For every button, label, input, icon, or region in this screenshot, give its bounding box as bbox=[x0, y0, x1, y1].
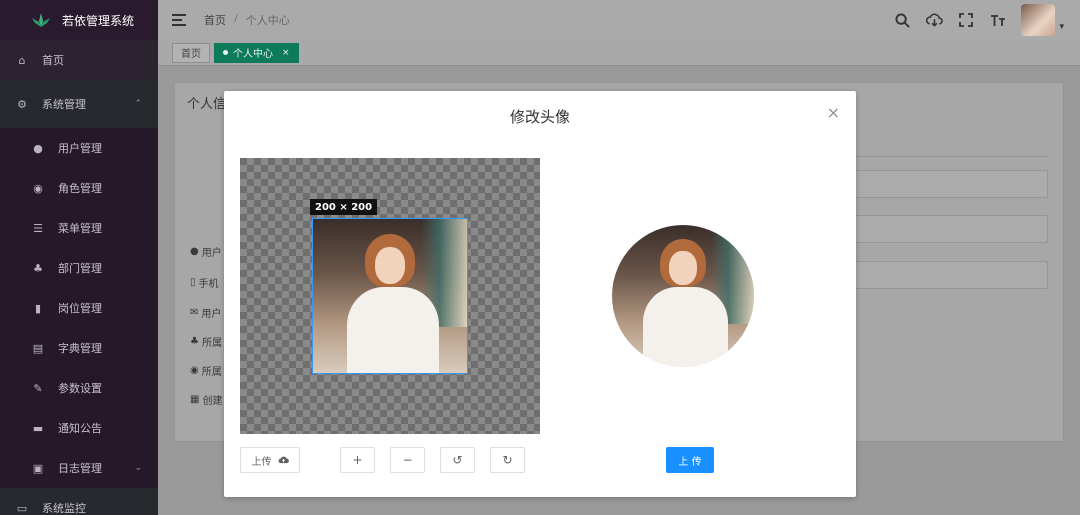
rotate-right-icon: ↻ bbox=[502, 453, 513, 467]
zoom-out-button[interactable]: − bbox=[390, 447, 425, 473]
sidebar-item-label: 字典管理 bbox=[58, 342, 102, 355]
home-icon: ⌂ bbox=[18, 53, 26, 67]
sidebar-item-dictionary[interactable]: ▤ 字典管理 bbox=[0, 328, 158, 368]
sidebar-item-departments[interactable]: ♣ 部门管理 bbox=[0, 248, 158, 288]
search-icon[interactable] bbox=[893, 11, 911, 29]
tag-label: 个人中心 bbox=[233, 49, 273, 60]
app-root: 若依管理系统 ⌂ 首页 ⚙ 系统管理 ⌃ ● 用户管理 ◉ 角色管理 ☰ 菜单管… bbox=[0, 0, 1080, 515]
active-dot-icon bbox=[223, 50, 228, 55]
breadcrumb: 首页 / 个人中心 bbox=[204, 12, 290, 28]
tag-profile[interactable]: 个人中心 × bbox=[214, 42, 299, 63]
sidebar: 若依管理系统 ⌂ 首页 ⚙ 系统管理 ⌃ ● 用户管理 ◉ 角色管理 ☰ 菜单管… bbox=[0, 0, 158, 515]
calendar-icon: ▦ bbox=[190, 394, 200, 405]
avatar-dialog: 修改头像 × 200 × 200 上传 + − ↺ ↻ 上 传 bbox=[224, 91, 856, 497]
app-title: 若依管理系统 bbox=[62, 13, 135, 28]
info-label: ● 用户 bbox=[190, 246, 222, 259]
email-icon: ✉ bbox=[190, 307, 199, 318]
crop-size-label: 200 × 200 bbox=[310, 199, 378, 215]
sidebar-item-label: 用户管理 bbox=[58, 142, 102, 155]
user-icon: ● bbox=[33, 141, 43, 155]
card-title: 个人信 bbox=[187, 97, 227, 112]
phone-icon: ▯ bbox=[190, 277, 196, 288]
submit-upload-button[interactable]: 上 传 bbox=[666, 447, 714, 473]
logo-bar[interactable]: 若依管理系统 bbox=[0, 0, 158, 40]
rotate-left-icon: ↺ bbox=[452, 453, 463, 467]
fullscreen-icon[interactable] bbox=[957, 11, 975, 29]
role-icon: ◉ bbox=[33, 181, 43, 195]
sidebar-item-posts[interactable]: ▮ 岗位管理 bbox=[0, 288, 158, 328]
sidebar-item-config[interactable]: ✎ 参数设置 bbox=[0, 368, 158, 408]
avatar[interactable] bbox=[1021, 4, 1056, 36]
sidebar-item-label: 菜单管理 bbox=[58, 222, 102, 235]
crop-box[interactable] bbox=[312, 218, 468, 374]
chevron-down-icon: ⌄ bbox=[134, 463, 142, 473]
avatar-image bbox=[313, 219, 467, 373]
tag-home[interactable]: 首页 bbox=[172, 42, 210, 63]
info-label: ▯ 手机 bbox=[190, 277, 219, 290]
message-icon: ▬ bbox=[32, 421, 44, 435]
chevron-up-icon: ⌃ bbox=[134, 99, 142, 109]
sidebar-item-system[interactable]: ⚙ 系统管理 ⌃ bbox=[0, 80, 158, 128]
caret-down-icon[interactable]: ▾ bbox=[1059, 22, 1064, 32]
info-label: ◉ 所属 bbox=[190, 365, 222, 378]
sidebar-item-roles[interactable]: ◉ 角色管理 bbox=[0, 168, 158, 208]
info-label: ♣ 所属 bbox=[190, 336, 222, 349]
breadcrumb-separator: / bbox=[234, 12, 238, 25]
sidebar-item-label: 部门管理 bbox=[58, 262, 102, 275]
zoom-in-button[interactable]: + bbox=[340, 447, 375, 473]
plus-icon: + bbox=[352, 453, 363, 467]
choose-file-button[interactable]: 上传 bbox=[240, 447, 300, 473]
tree-icon: ♣ bbox=[190, 336, 199, 347]
tags-view: 首页 个人中心 × bbox=[158, 40, 1080, 66]
font-size-icon[interactable] bbox=[989, 11, 1007, 29]
button-label: 上传 bbox=[251, 456, 272, 468]
button-label: 上 传 bbox=[678, 456, 702, 468]
preview-image bbox=[612, 225, 754, 367]
breadcrumb-home[interactable]: 首页 bbox=[204, 12, 226, 28]
tag-label: 首页 bbox=[181, 49, 201, 60]
sidebar-item-menus[interactable]: ☰ 菜单管理 bbox=[0, 208, 158, 248]
breadcrumb-current: 个人中心 bbox=[245, 14, 290, 27]
edit-icon: ✎ bbox=[33, 381, 43, 395]
sidebar-item-label: 参数设置 bbox=[58, 382, 102, 395]
department-icon: ♣ bbox=[33, 261, 43, 275]
minus-icon: − bbox=[402, 453, 413, 467]
rotate-right-button[interactable]: ↻ bbox=[490, 447, 525, 473]
rotate-left-button[interactable]: ↺ bbox=[440, 447, 475, 473]
post-icon: ▮ bbox=[34, 301, 42, 315]
avatar-preview bbox=[612, 225, 754, 367]
close-icon[interactable]: × bbox=[282, 48, 290, 58]
hamburger-icon[interactable] bbox=[172, 14, 186, 26]
logo-icon bbox=[30, 12, 52, 28]
sidebar-item-label: 岗位管理 bbox=[58, 302, 102, 315]
cloud-download-icon[interactable] bbox=[925, 11, 943, 29]
user-icon: ● bbox=[190, 246, 199, 257]
close-icon[interactable]: × bbox=[827, 105, 840, 121]
sidebar-item-label: 日志管理 bbox=[58, 462, 102, 475]
sidebar-item-users[interactable]: ● 用户管理 bbox=[0, 128, 158, 168]
navbar-right: ▾ bbox=[893, 0, 1064, 40]
sidebar-item-home[interactable]: ⌂ 首页 bbox=[0, 40, 158, 80]
info-label: ✉ 用户 bbox=[190, 307, 222, 320]
gear-icon: ⚙ bbox=[17, 97, 27, 111]
menu-tree-icon: ☰ bbox=[33, 221, 43, 235]
upload-cloud-icon bbox=[278, 453, 289, 467]
sidebar-item-label: 首页 bbox=[42, 54, 64, 67]
dialog-title: 修改头像 bbox=[509, 108, 570, 126]
monitor-icon: ▭ bbox=[16, 501, 28, 515]
sidebar-item-label: 角色管理 bbox=[58, 182, 102, 195]
navbar: 首页 / 个人中心 ▾ bbox=[158, 0, 1080, 40]
sidebar-item-monitor[interactable]: ▭ 系统监控 bbox=[0, 488, 158, 515]
sidebar-item-label: 通知公告 bbox=[58, 422, 102, 435]
dictionary-icon: ▤ bbox=[32, 341, 44, 355]
sidebar-item-notice[interactable]: ▬ 通知公告 bbox=[0, 408, 158, 448]
image-cropper[interactable]: 200 × 200 bbox=[240, 158, 540, 434]
sidebar-item-logs[interactable]: ▣ 日志管理 ⌄ bbox=[0, 448, 158, 488]
info-label: ▦ 创建 bbox=[190, 394, 223, 407]
log-icon: ▣ bbox=[32, 461, 44, 475]
sidebar-item-label: 系统管理 bbox=[42, 98, 86, 111]
people-icon: ◉ bbox=[190, 365, 199, 376]
sidebar-item-label: 系统监控 bbox=[42, 502, 86, 515]
